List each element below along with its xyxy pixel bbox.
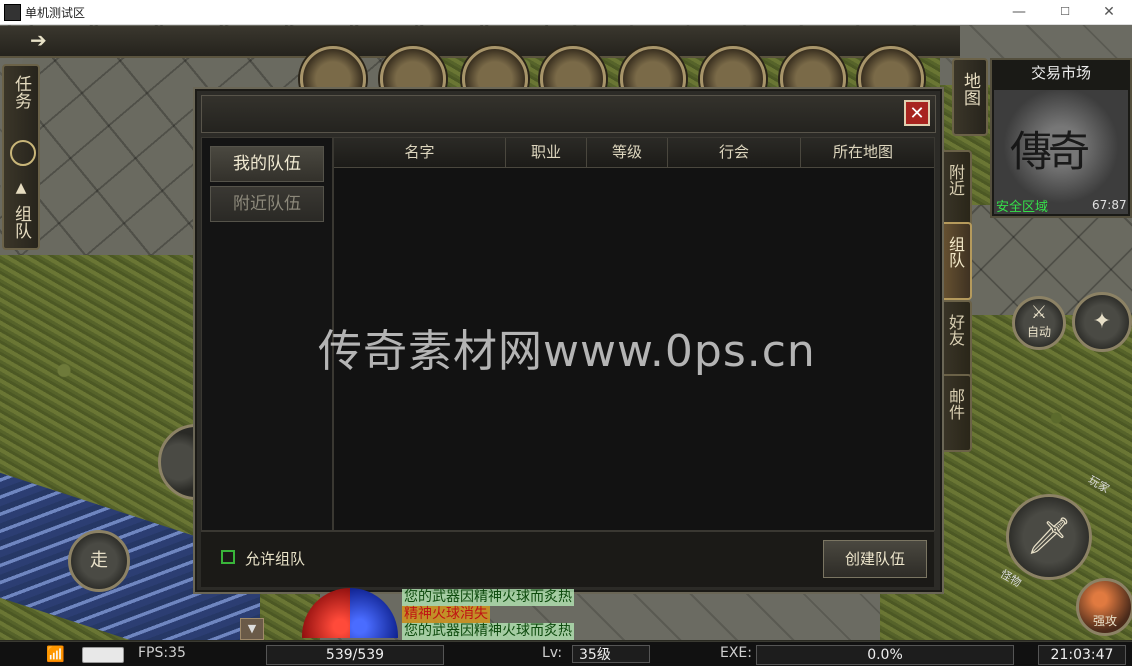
col-level: 等级 (587, 138, 668, 167)
col-class: 职业 (506, 138, 587, 167)
tab-nearby-team[interactable]: 附近队伍 (210, 186, 324, 222)
walk-button[interactable]: 走 (68, 530, 130, 592)
tab-my-team[interactable]: 我的队伍 (210, 146, 324, 182)
window-title: 单机测试区 (25, 6, 86, 20)
minimize-button[interactable]: — (996, 0, 1042, 24)
tab-nearby-label: 附近 (946, 164, 965, 196)
allow-team-label[interactable]: 允许组队 (245, 548, 305, 569)
tab-friends-label: 好友 (946, 314, 965, 346)
col-name: 名字 (334, 138, 506, 167)
refresh-icon[interactable] (10, 140, 36, 166)
auto-button[interactable]: ⚔ 自动 (1012, 296, 1066, 350)
clock: 21:03:47 (1038, 645, 1126, 665)
team-table-header: 名字 职业 等级 行会 所在地图 (334, 138, 934, 168)
quest-tab[interactable]: 任务 (4, 70, 38, 114)
fps-label: FPS:35 (138, 645, 186, 661)
sword-icon: ⚔ (1030, 302, 1048, 323)
chat-line-3: 您的武器因精神火球而炙热 (402, 623, 574, 640)
exp-label: EXE: (720, 645, 752, 661)
app-icon (4, 4, 21, 21)
tab-team-label: 组队 (946, 236, 965, 268)
col-map: 所在地图 (832, 143, 893, 161)
boost-label: 强攻 (1092, 614, 1117, 628)
attack-sword-icon: 🗡 (1026, 516, 1072, 557)
battery-icon (82, 647, 124, 663)
level-value: 35级 (572, 645, 650, 663)
tab-mail-label: 邮件 (946, 388, 965, 420)
watermark: 传奇素材网www.0ps.cn (318, 326, 816, 377)
hp-mp-orb (302, 588, 398, 638)
map-tab[interactable]: 地图 (952, 58, 988, 136)
minimap-panel: 交易市场 傳奇 安全区域 67:87 (990, 58, 1132, 218)
exp-bar: 0.0% (756, 645, 1014, 665)
hp-value: 539/539 (266, 645, 444, 665)
hp-orb (302, 588, 350, 638)
wifi-icon: 📶 (46, 645, 65, 663)
left-nav: 任务 ▲ 组队 (2, 64, 40, 250)
exp-value: 0.0% (867, 647, 903, 663)
map-tab-label: 地图 (960, 72, 980, 106)
compass-icon[interactable]: ✦ (1072, 292, 1132, 352)
level-label: Lv: (542, 645, 563, 661)
dialog-header (201, 95, 936, 133)
team-tab[interactable]: 组队 (4, 200, 38, 244)
minimap-title: 交易市场 (1030, 64, 1091, 82)
window-titlebar: 单机测试区 — ☐ ✕ (0, 0, 1132, 25)
team-tabs-panel: 我的队伍 附近队伍 (201, 137, 333, 531)
dialog-close-button[interactable]: ✕ (904, 100, 930, 126)
expand-arrow-icon[interactable]: ➔ (30, 28, 47, 52)
mp-orb (350, 588, 398, 638)
chat-line-2: 精神火球消失 (402, 606, 490, 623)
coordinates: 67:87 (1092, 198, 1127, 212)
create-team-button[interactable]: 创建队伍 (823, 540, 927, 578)
dialog-footer: 允许组队 创建队伍 (201, 531, 934, 587)
chat-line-1: 您的武器因精神火球而炙热 (402, 589, 574, 606)
auto-label: 自动 (1026, 325, 1051, 339)
boost-button[interactable]: 强攻 (1076, 578, 1132, 636)
allow-team-checkbox[interactable] (221, 550, 235, 564)
chat-toggle-button[interactable]: ▼ (240, 618, 264, 640)
safe-zone-label: 安全区域 (996, 200, 1049, 215)
maximize-button[interactable]: ☐ (1042, 0, 1088, 24)
attack-button[interactable]: 🗡 (1006, 494, 1092, 580)
status-bar: 📶 FPS:35 539/539 Lv: 35级 EXE: 0.0% 21:03… (0, 641, 1132, 666)
close-window-button[interactable]: ✕ (1086, 0, 1132, 24)
col-guild: 行会 (668, 138, 801, 167)
minimap-calligraphy: 傳奇 (1010, 127, 1090, 176)
mountain-icon: ▲ (15, 180, 27, 196)
